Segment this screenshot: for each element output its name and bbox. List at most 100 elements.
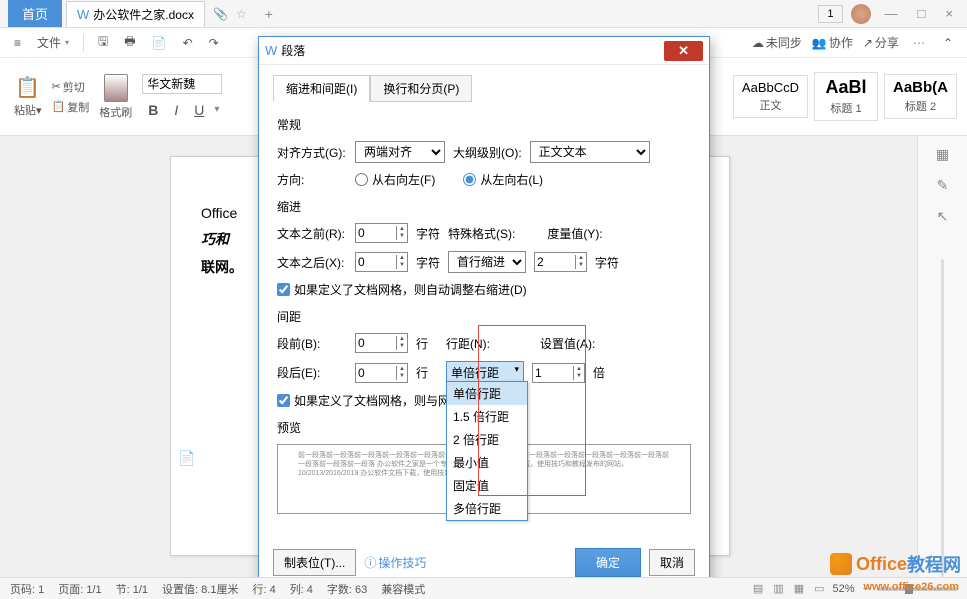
tips-link[interactable]: ⓘ 操作技巧: [364, 554, 426, 571]
preview-icon[interactable]: 📄: [148, 34, 171, 52]
dropdown-option[interactable]: 多倍行距: [447, 497, 527, 520]
document-tab[interactable]: W 办公软件之家.docx: [66, 1, 205, 27]
dropdown-option[interactable]: 1.5 倍行距: [447, 405, 527, 428]
view-print-icon[interactable]: ▤: [751, 582, 765, 595]
share-button[interactable]: ↗ 分享: [863, 34, 899, 51]
minimize-button[interactable]: —: [879, 4, 904, 23]
coop-button[interactable]: 👥 协作: [812, 34, 853, 51]
alignment-label: 对齐方式(G):: [277, 144, 347, 161]
auto-adjust-indent-checkbox[interactable]: 如果定义了文档网格，则自动调整右缩进(D): [277, 281, 691, 298]
save-icon[interactable]: 🖫: [94, 30, 112, 55]
before-para-spinner[interactable]: ▲▼: [355, 333, 408, 353]
view-outline-icon[interactable]: ▥: [771, 582, 785, 595]
ok-button[interactable]: 确定: [575, 548, 641, 577]
bold-button[interactable]: B: [142, 100, 164, 120]
after-text-spinner[interactable]: ▲▼: [355, 252, 408, 272]
status-bar: 页码: 1 页面: 1/1 节: 1/1 设置值: 8.1厘米 行: 4 列: …: [0, 577, 967, 599]
italic-button[interactable]: I: [168, 100, 184, 120]
cancel-button[interactable]: 取消: [649, 549, 695, 576]
paragraph-dialog: W 段落 ✕ 缩进和间距(I) 换行和分页(P) 常规 对齐方式(G): 两端对…: [258, 36, 710, 590]
style-normal[interactable]: AaBbCcD 正文: [733, 75, 808, 118]
copy-button[interactable]: 📋 复制: [52, 99, 90, 115]
after-para-spinner[interactable]: ▲▼: [355, 363, 408, 383]
user-avatar[interactable]: [851, 4, 871, 24]
more-menu[interactable]: ⋯: [909, 36, 929, 50]
cut-button[interactable]: ✂ 剪切: [52, 79, 90, 95]
star-icon[interactable]: ☆: [236, 7, 247, 21]
dropdown-option[interactable]: 2 倍行距: [447, 428, 527, 451]
special-format-select[interactable]: 首行缩进: [448, 251, 526, 273]
style-heading1[interactable]: AaBl 标题 1: [814, 72, 878, 121]
paste-group: 📋 粘贴▾: [10, 75, 46, 118]
status-compat[interactable]: 兼容模式: [381, 581, 425, 597]
status-chars[interactable]: 字数: 63: [327, 581, 367, 597]
pencil-icon[interactable]: ✎: [937, 177, 949, 194]
tab-line-page-break[interactable]: 换行和分页(P): [370, 75, 472, 102]
status-settings[interactable]: 设置值: 8.1厘米: [162, 581, 238, 597]
measure-spinner[interactable]: ▲▼: [534, 252, 587, 272]
dropdown-option[interactable]: 单倍行距: [447, 382, 527, 405]
style-heading2[interactable]: AaBb(A 标题 2: [884, 74, 957, 119]
underline-button[interactable]: U: [188, 100, 210, 120]
set-value-spinner[interactable]: ▲▼: [532, 363, 585, 383]
set-value-label: 设置值(A):: [540, 335, 595, 352]
watermark-logo: Office 教程网: [830, 551, 961, 577]
paragraph-mark-icon: 📄: [178, 450, 195, 467]
cursor-icon[interactable]: ↖: [937, 208, 949, 225]
outline-label: 大纲级别(O):: [453, 144, 522, 161]
tabs-button[interactable]: 制表位(T)...: [273, 549, 356, 576]
dialog-title: 段落: [281, 42, 305, 59]
indent-section-label: 缩进: [277, 198, 691, 215]
after-text-label: 文本之后(X):: [277, 254, 347, 271]
tab-indent-spacing[interactable]: 缩进和间距(I): [273, 75, 370, 102]
dialog-icon: W: [265, 43, 277, 58]
print-icon[interactable]: 🖶: [120, 30, 139, 55]
alignment-select[interactable]: 两端对齐: [355, 141, 445, 163]
layout-icon[interactable]: ▦: [936, 146, 949, 163]
status-row[interactable]: 行: 4: [252, 581, 275, 597]
counter-badge[interactable]: 1: [818, 5, 842, 23]
direction-ltr-radio[interactable]: 从左向右(L): [463, 171, 543, 188]
status-section[interactable]: 节: 1/1: [116, 581, 148, 597]
new-tab-button[interactable]: +: [259, 4, 279, 24]
undo-icon[interactable]: ↶: [179, 34, 197, 52]
dropdown-option[interactable]: 最小值: [447, 451, 527, 474]
dialog-close-button[interactable]: ✕: [664, 41, 703, 61]
spacing-section-label: 间距: [277, 308, 691, 325]
scroll-track[interactable]: [941, 259, 944, 577]
file-menu[interactable]: 文件▾: [33, 32, 73, 53]
pin-icon[interactable]: 📎: [213, 7, 228, 21]
dialog-titlebar[interactable]: W 段落 ✕: [259, 37, 709, 65]
redo-icon[interactable]: ↷: [205, 34, 223, 52]
side-panel: ▦ ✎ ↖: [917, 136, 967, 577]
dropdown-option[interactable]: 固定值: [447, 474, 527, 497]
special-format-label: 特殊格式(S):: [448, 225, 515, 242]
sync-status[interactable]: ☁ 未同步: [752, 34, 802, 51]
dialog-tabs: 缩进和间距(I) 换行和分页(P): [259, 65, 709, 102]
brush-icon: [104, 74, 128, 102]
line-spacing-dropdown: 单倍行距 1.5 倍行距 2 倍行距 最小值 固定值 多倍行距: [446, 381, 528, 521]
status-col[interactable]: 列: 4: [290, 581, 313, 597]
font-select[interactable]: [142, 74, 222, 94]
close-button[interactable]: ×: [939, 4, 959, 23]
direction-rtl-radio[interactable]: 从右向左(F): [355, 171, 435, 188]
maximize-button[interactable]: □: [912, 4, 932, 23]
before-text-spinner[interactable]: ▲▼: [355, 223, 408, 243]
paste-button[interactable]: 粘贴▾: [14, 102, 42, 118]
brush-group[interactable]: 格式刷: [95, 74, 136, 120]
window-controls: 1 — □ ×: [818, 4, 959, 24]
view-read-icon[interactable]: ▭: [812, 582, 826, 595]
menu-icon[interactable]: ≡: [10, 34, 25, 52]
outline-select[interactable]: 正文文本: [530, 141, 650, 163]
window-tabs: 首页 W 办公软件之家.docx 📎 ☆ + 1 — □ ×: [0, 0, 967, 28]
view-web-icon[interactable]: ▦: [792, 582, 806, 595]
document-name: 办公软件之家.docx: [93, 6, 194, 23]
home-tab[interactable]: 首页: [8, 0, 62, 27]
line-spacing-label: 行距(N):: [446, 335, 490, 352]
zoom-level[interactable]: 52%: [833, 583, 855, 595]
collapse-ribbon[interactable]: ⌃: [939, 34, 957, 52]
status-page-no[interactable]: 页码: 1: [10, 581, 44, 597]
watermark-icon: [830, 553, 852, 575]
status-pages[interactable]: 页面: 1/1: [58, 581, 101, 597]
watermark-url: www.office26.com: [863, 581, 959, 593]
